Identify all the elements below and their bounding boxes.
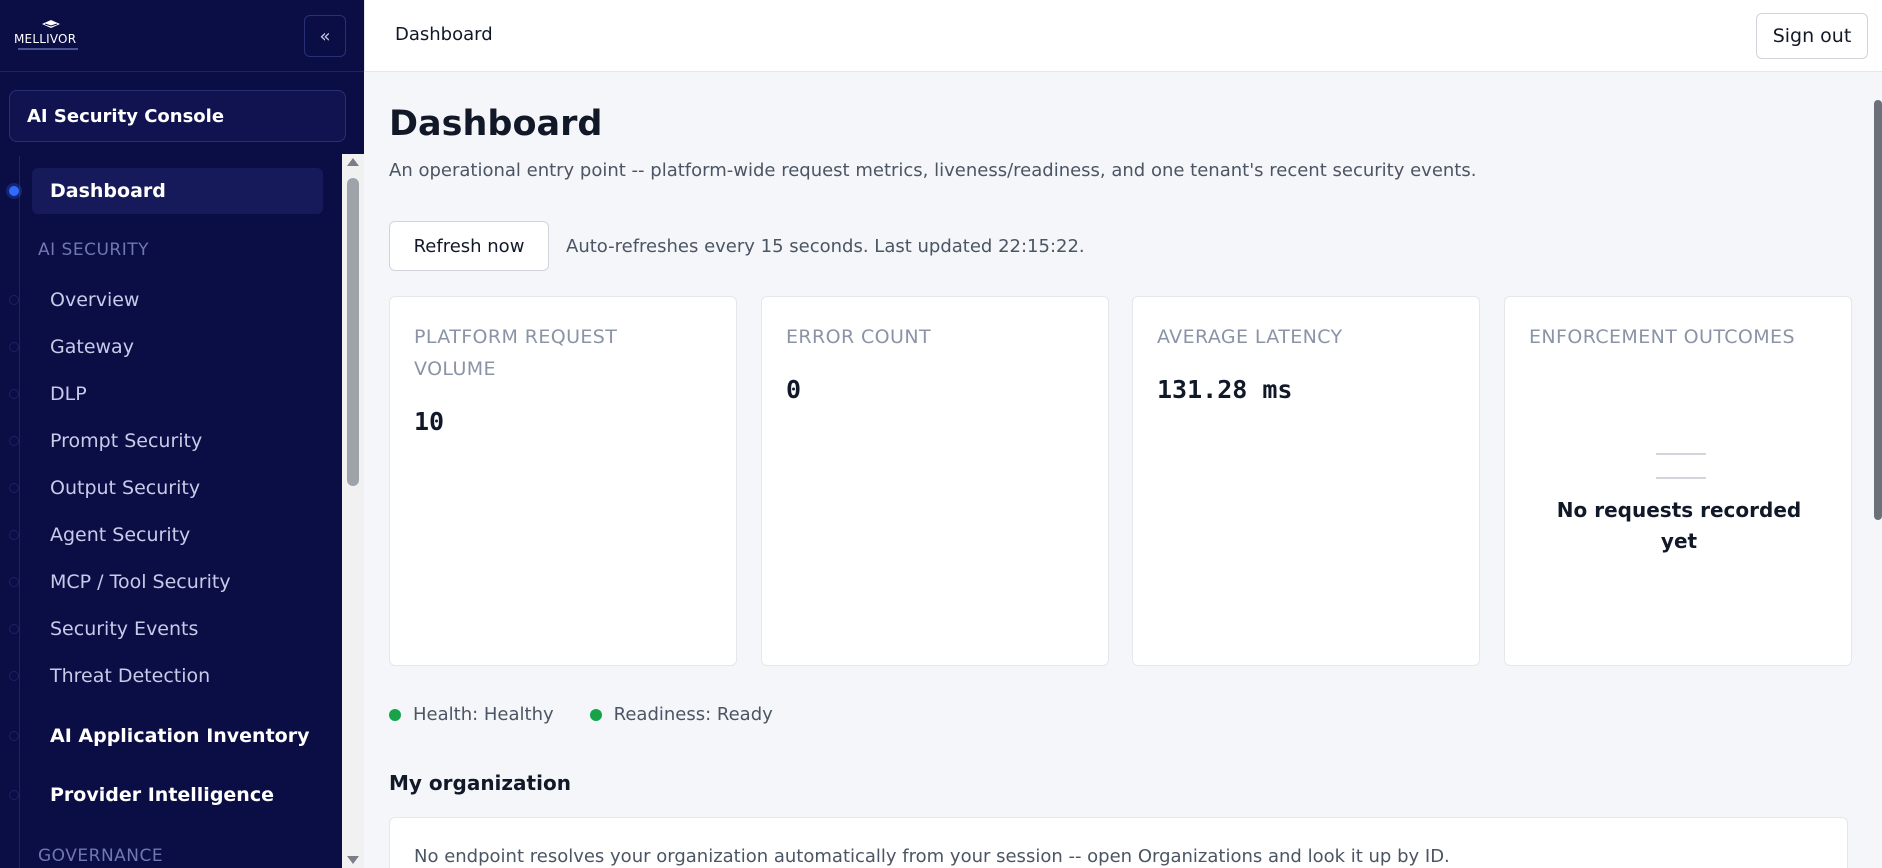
nav-dot (9, 436, 19, 446)
metric-card-request-volume: PLATFORM REQUEST VOLUME 10 (389, 296, 737, 666)
sidebar-header: MELLIVOR « (0, 0, 364, 72)
collapse-sidebar-button[interactable]: « (304, 15, 346, 57)
sidebar-item-label: Overview (50, 289, 140, 311)
scroll-up-arrow-icon[interactable] (347, 158, 359, 166)
metric-card-value: 131.28 ms (1157, 375, 1293, 404)
readiness-status: Readiness: Ready (589, 704, 773, 725)
nav-dot (9, 389, 19, 399)
sidebar-item-label: Threat Detection (50, 665, 211, 687)
sidebar-item-prompt-security[interactable]: Prompt Security (32, 418, 323, 464)
sidebar: MELLIVOR « AI Security Console Dashboard… (0, 0, 364, 868)
double-chevron-left-icon: « (319, 25, 331, 47)
sidebar-item-security-events[interactable]: Security Events (32, 606, 323, 652)
sidebar-item-label: Security Events (50, 618, 199, 640)
metric-card-title: ENFORCEMENT OUTCOMES (1529, 326, 1795, 348)
page-title: Dashboard (389, 104, 603, 144)
readiness-status-dot-icon (589, 708, 602, 721)
sidebar-item-mcp-tool-security[interactable]: MCP / Tool Security (32, 559, 323, 605)
sidebar-item-output-security[interactable]: Output Security (32, 465, 323, 511)
auto-refresh-note: Auto-refreshes every 15 seconds. Last up… (566, 236, 1085, 257)
metric-card-average-latency: AVERAGE LATENCY 131.28 ms (1132, 296, 1480, 666)
sidebar-item-label: Agent Security (50, 524, 191, 546)
empty-state-text: No requests recorded yet (1556, 498, 1802, 553)
status-row: Health: Healthy Readiness: Ready (389, 704, 809, 725)
sidebar-scrollbar[interactable] (342, 154, 364, 868)
sidebar-item-gateway[interactable]: Gateway (32, 324, 323, 370)
sidebar-item-label: Output Security (50, 477, 201, 499)
sidebar-item-label: DLP (50, 383, 87, 405)
nav-dot (9, 483, 19, 493)
sign-out-button[interactable]: Sign out (1756, 13, 1868, 59)
nav-section-governance: GOVERNANCE (38, 846, 164, 866)
nav-dot (9, 624, 19, 634)
metric-card-error-count: ERROR COUNT 0 (761, 296, 1109, 666)
nav-dot (9, 577, 19, 587)
breadcrumb: Dashboard (395, 24, 493, 45)
metric-card-title: ERROR COUNT (786, 326, 931, 348)
health-status-dot-icon (389, 708, 401, 721)
metric-card-title: PLATFORM REQUEST VOLUME (414, 326, 618, 380)
page-scrollbar[interactable] (1873, 72, 1882, 868)
nav-section-ai-security: AI SECURITY (38, 240, 149, 260)
readiness-status-label: Readiness: Ready (613, 704, 773, 725)
sidebar-scroll-thumb[interactable] (347, 178, 359, 486)
sidebar-item-agent-security[interactable]: Agent Security (32, 512, 323, 558)
scroll-down-arrow-icon[interactable] (347, 856, 359, 864)
logo-text: MELLIVOR (14, 32, 77, 46)
sidebar-item-label: AI Application Inventory (50, 725, 310, 747)
metric-card-value: 10 (414, 407, 445, 436)
nav-dot-active (9, 186, 19, 196)
health-status: Health: Healthy (389, 704, 554, 725)
organization-message: No endpoint resolves your organization a… (414, 846, 1450, 867)
metric-card-enforcement-outcomes: ENFORCEMENT OUTCOMES No requests recorde… (1504, 296, 1852, 666)
nav-rail (19, 156, 20, 868)
sidebar-item-overview[interactable]: Overview (32, 277, 323, 323)
console-label: AI Security Console (27, 105, 225, 127)
organization-card: No endpoint resolves your organization a… (389, 817, 1848, 868)
page-scroll-thumb[interactable] (1874, 100, 1882, 520)
logo-tagline (18, 48, 78, 50)
sidebar-item-provider-intelligence[interactable]: Provider Intelligence (32, 772, 323, 818)
empty-state-icon (1656, 453, 1706, 501)
sidebar-item-ai-application-inventory[interactable]: AI Application Inventory (32, 713, 323, 759)
refresh-now-button[interactable]: Refresh now (389, 221, 549, 271)
top-bar: Dashboard Sign out (364, 0, 1882, 72)
metric-card-title: AVERAGE LATENCY (1157, 326, 1343, 348)
sidebar-item-threat-detection[interactable]: Threat Detection (32, 653, 323, 699)
sidebar-item-dashboard[interactable]: Dashboard (32, 168, 323, 214)
metric-card-value: 0 (786, 375, 802, 404)
section-title-my-organization: My organization (389, 771, 571, 795)
console-switcher[interactable]: AI Security Console (9, 90, 346, 142)
sidebar-nav: Dashboard AI SECURITY Overview Gateway D… (0, 156, 342, 868)
sidebar-item-label: MCP / Tool Security (50, 571, 231, 593)
nav-dot (9, 342, 19, 352)
mellivor-logo[interactable]: MELLIVOR (12, 18, 90, 52)
sidebar-item-label: Dashboard (50, 180, 166, 202)
nav-dot (9, 790, 19, 800)
health-status-label: Health: Healthy (413, 704, 554, 725)
sidebar-item-label: Provider Intelligence (50, 784, 274, 806)
nav-dot (9, 731, 19, 741)
sidebar-item-dlp[interactable]: DLP (32, 371, 323, 417)
nav-dot (9, 530, 19, 540)
page-subtitle: An operational entry point -- platform-w… (389, 160, 1477, 181)
sidebar-item-label: Prompt Security (50, 430, 203, 452)
nav-dot (9, 671, 19, 681)
sidebar-item-label: Gateway (50, 336, 134, 358)
main-content: Dashboard An operational entry point -- … (364, 72, 1873, 868)
nav-dot (9, 295, 19, 305)
